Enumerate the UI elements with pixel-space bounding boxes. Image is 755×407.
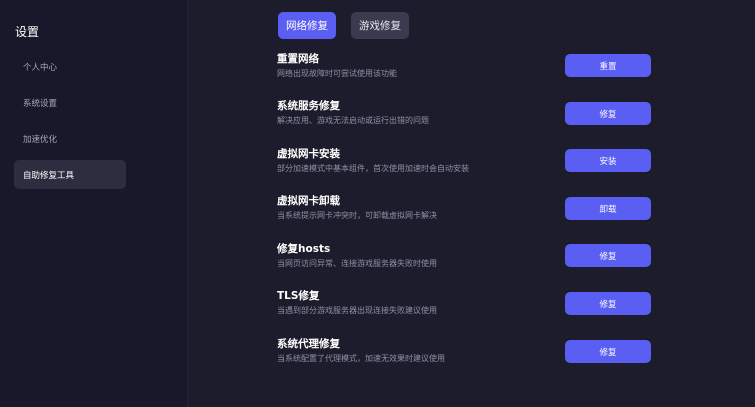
install-virtual-nic-button[interactable]: 安装 xyxy=(565,149,651,172)
reset-network-button[interactable]: 重置 xyxy=(565,54,651,77)
sidebar-item-profile[interactable]: 个人中心 xyxy=(14,52,126,81)
tab-bar: 网络修复 游戏修复 xyxy=(278,12,409,39)
sidebar-title: 设置 xyxy=(15,25,40,39)
repair-tls-button[interactable]: 修复 xyxy=(565,292,651,315)
sidebar-item-repair-tools[interactable]: 自助修复工具 xyxy=(14,160,126,189)
repair-system-proxy-button[interactable]: 修复 xyxy=(565,340,651,363)
tab-network-repair[interactable]: 网络修复 xyxy=(278,12,336,39)
settings-window: 设置 个人中心 系统设置 加速优化 自助修复工具 网络修复 游戏修复 重置网络 … xyxy=(0,0,755,407)
main-panel: 网络修复 游戏修复 重置网络 网络出现故障时可尝试使用该功能 重置 系统服务修复… xyxy=(188,0,755,407)
sidebar: 设置 个人中心 系统设置 加速优化 自助修复工具 xyxy=(0,0,188,407)
repair-hosts-button[interactable]: 修复 xyxy=(565,244,651,267)
repair-system-service-button[interactable]: 修复 xyxy=(565,102,651,125)
tab-game-repair[interactable]: 游戏修复 xyxy=(351,12,409,39)
sidebar-item-acceleration[interactable]: 加速优化 xyxy=(14,124,126,153)
uninstall-virtual-nic-button[interactable]: 卸载 xyxy=(565,197,651,220)
sidebar-item-system-settings[interactable]: 系统设置 xyxy=(14,88,126,117)
